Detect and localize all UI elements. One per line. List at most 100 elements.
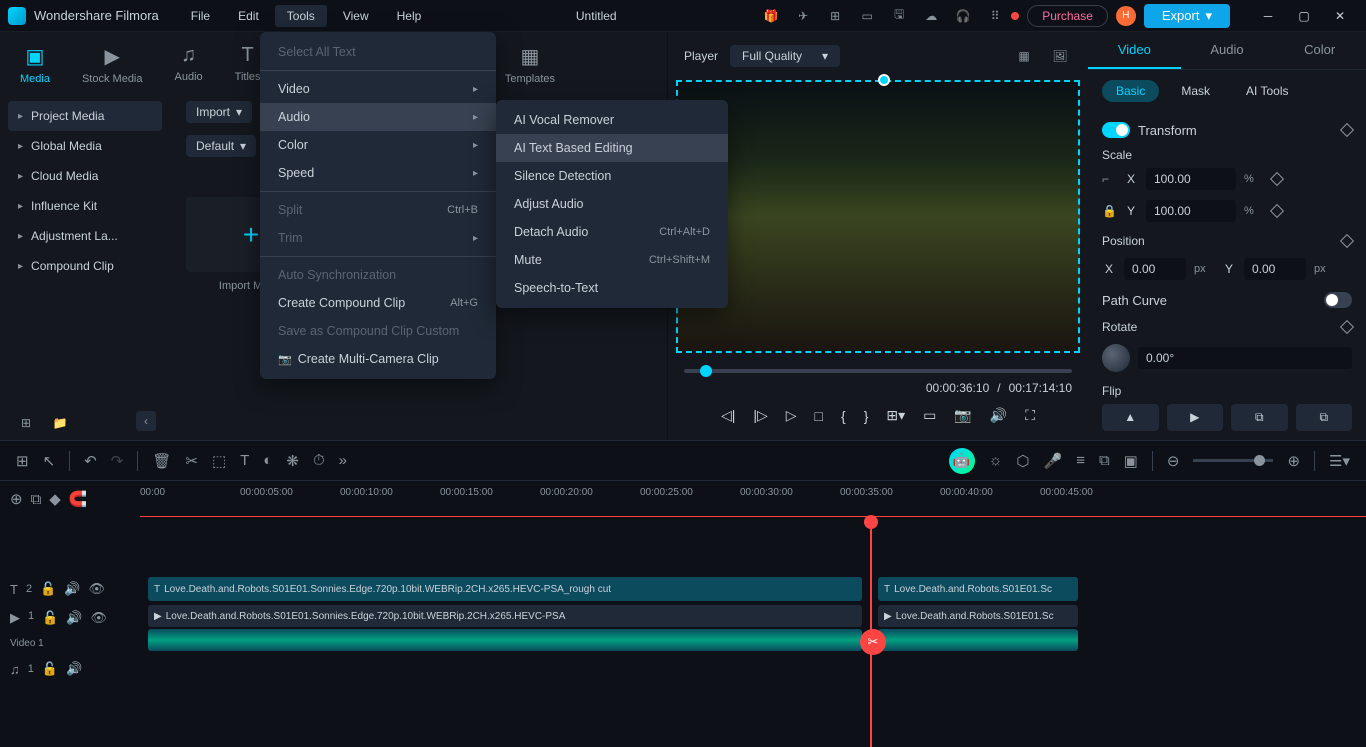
shape-tool-icon[interactable]: ◐: [263, 452, 272, 469]
menu-tools[interactable]: Tools: [275, 5, 327, 27]
menu-help[interactable]: Help: [385, 5, 434, 27]
eye-icon[interactable]: 👁: [91, 610, 108, 626]
scissors-icon[interactable]: ✂: [185, 452, 198, 470]
menu-split[interactable]: SplitCtrl+B: [260, 196, 496, 224]
play-button[interactable]: ▷: [786, 407, 797, 424]
rotate-input[interactable]: [1138, 347, 1352, 369]
menu-multi-camera[interactable]: 📷Create Multi-Camera Clip: [260, 345, 496, 373]
submenu-speech-to-text[interactable]: Speech-to-Text: [496, 274, 728, 302]
eye-icon[interactable]: 👁: [88, 581, 105, 597]
stop-button[interactable]: □: [815, 408, 823, 424]
paste-button[interactable]: ⧉: [1296, 404, 1353, 431]
scale-x-input[interactable]: [1146, 168, 1236, 190]
lock-icon[interactable]: 🔒: [1102, 204, 1116, 218]
audio-wave-1[interactable]: [148, 629, 862, 651]
flip-horizontal-button[interactable]: ▲: [1102, 404, 1159, 431]
subtab-mask[interactable]: Mask: [1167, 80, 1224, 102]
lock-icon[interactable]: 🔓: [42, 610, 58, 626]
submenu-silence-detection[interactable]: Silence Detection: [496, 162, 728, 190]
tab-stock-media[interactable]: ▶Stock Media: [82, 44, 143, 85]
grid-view-icon[interactable]: ▦: [1012, 44, 1036, 68]
mark-out-button[interactable]: }: [864, 408, 869, 424]
ai-assistant-icon[interactable]: 🤖: [949, 448, 975, 474]
subtab-ai-tools[interactable]: AI Tools: [1232, 80, 1302, 102]
keyframe-diamond[interactable]: [1340, 320, 1354, 334]
audio-wave-2[interactable]: [878, 629, 1078, 651]
link-icon[interactable]: ⌐: [1102, 172, 1116, 186]
menu-video[interactable]: Video▸: [260, 75, 496, 103]
cloud-icon[interactable]: ☁: [919, 4, 943, 28]
quality-dropdown[interactable]: Full Quality▾: [730, 45, 840, 67]
purchase-button[interactable]: Purchase: [1027, 5, 1108, 27]
folder-add-icon[interactable]: ⊞: [14, 411, 38, 435]
text-tool-icon[interactable]: T: [240, 452, 249, 469]
menu-edit[interactable]: Edit: [226, 5, 271, 27]
tab-media[interactable]: ▣Media: [20, 44, 50, 85]
video-clip-2[interactable]: ▶ Love.Death.and.Robots.S01E01.Sc: [878, 605, 1078, 627]
preview-canvas[interactable]: [676, 80, 1080, 353]
pointer-tool-icon[interactable]: ↖: [43, 452, 56, 470]
mark-in-button[interactable]: {: [841, 408, 846, 424]
track-add-icon[interactable]: ⊕: [10, 490, 23, 508]
submenu-ai-text-editing[interactable]: AI Text Based Editing: [496, 134, 728, 162]
time-handle[interactable]: [700, 365, 712, 377]
menu-auto-sync[interactable]: Auto Synchronization: [260, 261, 496, 289]
position-y-input[interactable]: [1244, 258, 1306, 280]
zoom-slider[interactable]: [1193, 459, 1273, 462]
delete-icon[interactable]: 🗑: [152, 452, 171, 470]
monitor-icon[interactable]: ▭: [855, 4, 879, 28]
menu-save-compound[interactable]: Save as Compound Clip Custom: [260, 317, 496, 345]
sidebar-item-global-media[interactable]: ▸Global Media: [8, 131, 162, 161]
subtab-basic[interactable]: Basic: [1102, 80, 1159, 102]
menu-audio[interactable]: Audio▸: [260, 103, 496, 131]
position-x-input[interactable]: [1124, 258, 1186, 280]
keyframe-diamond[interactable]: [1340, 123, 1354, 137]
prev-frame-button[interactable]: ◁|: [721, 407, 735, 424]
menu-create-compound[interactable]: Create Compound ClipAlt+G: [260, 289, 496, 317]
redo-icon[interactable]: ↷: [111, 452, 124, 470]
minimize-button[interactable]: ─: [1250, 2, 1286, 30]
speed-icon[interactable]: ⏱: [313, 452, 325, 469]
playhead-marker[interactable]: [878, 74, 890, 86]
zoom-in-icon[interactable]: ⊕: [1287, 452, 1300, 470]
shield-icon[interactable]: ⬡: [1016, 452, 1029, 470]
inspector-tab-color[interactable]: Color: [1273, 32, 1366, 69]
split-indicator[interactable]: ✂: [860, 629, 886, 655]
list-icon[interactable]: ☰▾: [1329, 452, 1350, 470]
track-marker-icon[interactable]: ◆: [49, 490, 61, 508]
video-clip-1[interactable]: ▶ Love.Death.and.Robots.S01E01.Sonnies.E…: [148, 605, 862, 627]
submenu-ai-vocal-remover[interactable]: AI Vocal Remover: [496, 106, 728, 134]
layout-icon[interactable]: ⊞▾: [886, 407, 905, 424]
transform-toggle[interactable]: [1102, 122, 1130, 138]
undo-icon[interactable]: ↶: [84, 452, 97, 470]
mute-icon[interactable]: 🔊: [64, 581, 80, 597]
zoom-out-icon[interactable]: ⊖: [1167, 452, 1180, 470]
keyframe-diamond[interactable]: [1270, 172, 1284, 186]
collapse-icon[interactable]: ‹: [136, 411, 156, 431]
track-link-icon[interactable]: ⧉: [31, 491, 42, 508]
sidebar-item-influence-kit[interactable]: ▸Influence Kit: [8, 191, 162, 221]
submenu-adjust-audio[interactable]: Adjust Audio: [496, 190, 728, 218]
submenu-detach-audio[interactable]: Detach AudioCtrl+Alt+D: [496, 218, 728, 246]
time-slider[interactable]: [684, 369, 1072, 373]
overlap-icon[interactable]: ⧉: [1099, 452, 1110, 469]
mute-icon[interactable]: 🔊: [66, 610, 82, 626]
scale-y-input[interactable]: [1146, 200, 1236, 222]
timeline-ruler[interactable]: 00:00 00:00:05:00 00:00:10:00 00:00:15:0…: [140, 481, 1366, 517]
sidebar-item-compound-clip[interactable]: ▸Compound Clip: [8, 251, 162, 281]
copy-button[interactable]: ⧉: [1231, 404, 1288, 431]
more-icon[interactable]: »: [339, 452, 347, 469]
menu-view[interactable]: View: [331, 5, 381, 27]
send-icon[interactable]: ✈: [791, 4, 815, 28]
rotate-dial[interactable]: [1102, 344, 1130, 372]
sidebar-item-cloud-media[interactable]: ▸Cloud Media: [8, 161, 162, 191]
effects-icon[interactable]: ❋: [286, 452, 299, 470]
lock-icon[interactable]: 🔓: [42, 661, 58, 677]
menu-speed[interactable]: Speed▸: [260, 159, 496, 187]
image-icon[interactable]: 🖼: [1048, 44, 1072, 68]
menu-color[interactable]: Color▸: [260, 131, 496, 159]
keyframe-diamond[interactable]: [1270, 204, 1284, 218]
submenu-mute[interactable]: MuteCtrl+Shift+M: [496, 246, 728, 274]
tab-titles[interactable]: TTitles: [235, 44, 261, 85]
mic-icon[interactable]: 🎤: [1044, 452, 1063, 470]
